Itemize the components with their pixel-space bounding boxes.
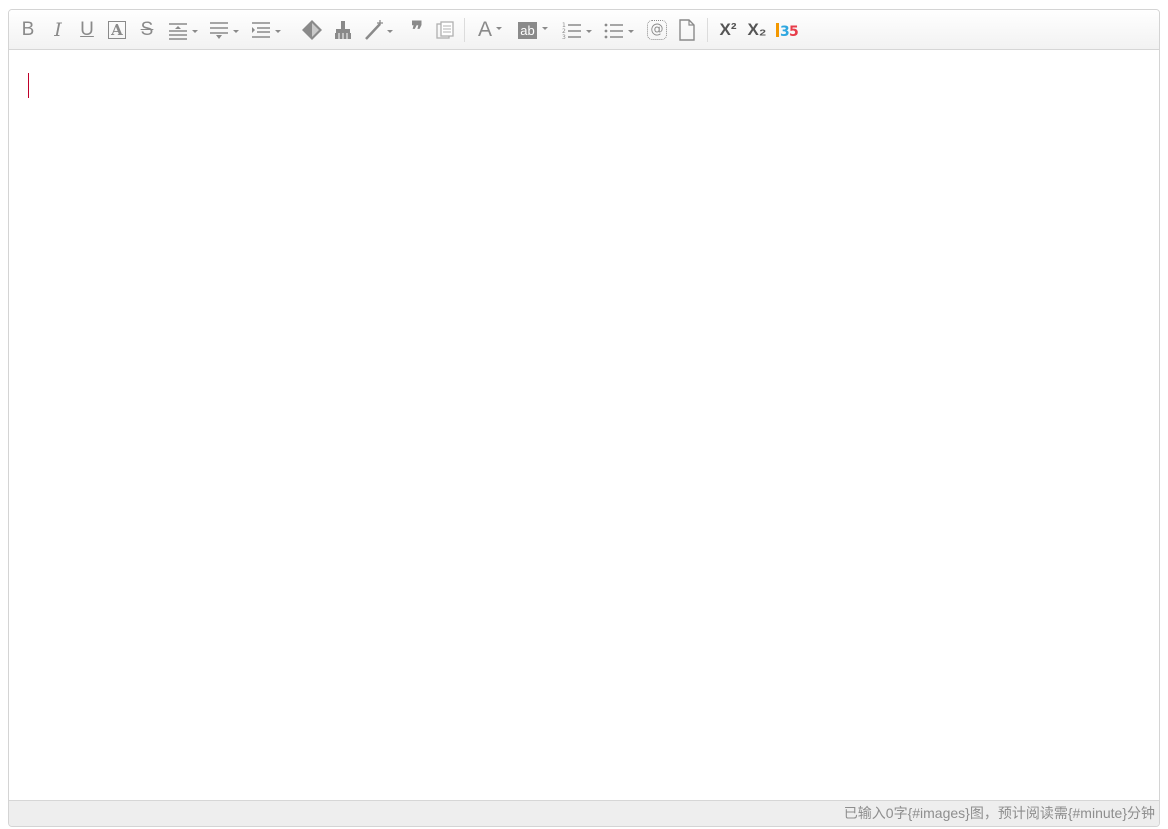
align-center-icon: [169, 23, 198, 40]
unordered-list-icon: [604, 23, 634, 39]
superscript-icon: X²: [719, 20, 737, 39]
code-icon: @: [647, 20, 667, 40]
formatmatch-button[interactable]: [331, 17, 355, 43]
quote-icon: ❞: [411, 17, 423, 43]
superscript-button[interactable]: X²: [715, 17, 741, 43]
svg-text:5: 5: [789, 24, 799, 40]
135editor-button[interactable]: 3 5: [774, 17, 800, 43]
paragraph-spacing-icon: [210, 22, 239, 39]
paste-plain-icon: [436, 21, 454, 39]
fontborder-button[interactable]: A: [106, 17, 128, 43]
pasteplain-button[interactable]: [434, 17, 456, 43]
word-count-text: 已输入0字{#images}图，预计阅读需{#minute}分钟: [843, 805, 1155, 821]
insertcode-button[interactable]: @: [645, 17, 669, 43]
svg-text:3: 3: [562, 34, 566, 40]
rowspacingtop-button[interactable]: [166, 17, 200, 43]
strikethrough-button[interactable]: S: [136, 17, 158, 43]
bold-button[interactable]: B: [17, 17, 39, 43]
subscript-icon: X₂: [747, 20, 767, 39]
backcolor-button[interactable]: ab: [515, 17, 553, 43]
removeformat-button[interactable]: [299, 17, 325, 43]
blockquote-button[interactable]: ❞: [406, 17, 428, 43]
insertunorderedlist-button[interactable]: [603, 17, 637, 43]
toolbar-separator: [464, 18, 465, 42]
line-height-icon: [252, 22, 281, 38]
autotypeset-button[interactable]: [363, 17, 395, 43]
135-editor-logo-icon: 3 5: [776, 23, 799, 40]
insertorderedlist-button[interactable]: 1 2 3: [561, 17, 595, 43]
chevron-down-icon: [541, 27, 548, 30]
newpage-button[interactable]: [676, 17, 698, 43]
subscript-button[interactable]: X₂: [744, 17, 770, 43]
toolbar-separator: [707, 18, 708, 42]
font-color-icon: A: [477, 18, 492, 41]
word-count-statusbar: 已输入0字{#images}图，预计阅读需{#minute}分钟: [9, 800, 1159, 826]
italic-icon: I: [54, 19, 62, 41]
forecolor-button[interactable]: A: [475, 17, 507, 43]
rowspacingbottom-button[interactable]: [207, 17, 241, 43]
ordered-list-icon: 1 2 3: [562, 22, 592, 40]
text-cursor: [28, 73, 29, 98]
magic-wand-icon: [365, 20, 393, 40]
editor-content-area[interactable]: [9, 50, 1159, 800]
fontborder-icon: A: [108, 21, 126, 39]
new-page-icon: [679, 19, 695, 41]
lineheight-button[interactable]: [249, 17, 283, 43]
underline-icon: U: [80, 19, 94, 40]
italic-button[interactable]: I: [47, 17, 69, 43]
eraser-icon: [302, 20, 322, 40]
strikethrough-icon: S: [140, 19, 154, 40]
background-color-icon: ab: [518, 21, 537, 39]
underline-button[interactable]: U: [76, 17, 98, 43]
bold-icon: B: [21, 19, 35, 40]
editor-toolbar: B I U A S ❞ A ab 1 2 3 @ X² X₂ 3 5: [9, 10, 1159, 50]
rich-text-editor: B I U A S ❞ A ab 1 2 3 @ X² X₂ 3 5 已输入0字…: [8, 9, 1160, 827]
format-brush-icon: [335, 21, 351, 39]
chevron-down-icon: [496, 27, 502, 30]
